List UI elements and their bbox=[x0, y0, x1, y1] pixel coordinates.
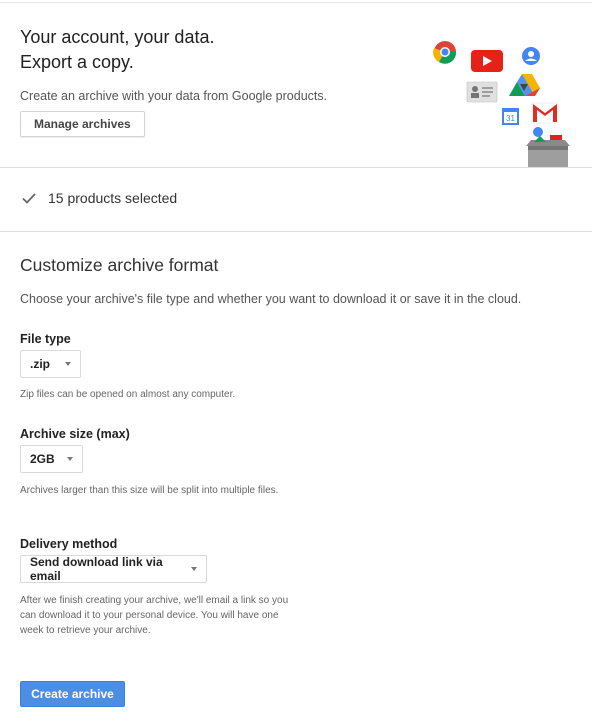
hero-description: Create an archive with your data from Go… bbox=[20, 89, 328, 103]
check-icon bbox=[22, 193, 36, 204]
contacts-icon bbox=[466, 81, 498, 103]
calendar-day: 31 bbox=[506, 114, 515, 123]
archive-size-label: Archive size (max) bbox=[20, 427, 130, 441]
drive-icon bbox=[509, 74, 540, 96]
file-type-value: .zip bbox=[30, 357, 50, 371]
chevron-down-icon bbox=[179, 567, 197, 571]
google-plus-icon bbox=[522, 47, 540, 65]
file-type-select[interactable]: .zip bbox=[20, 350, 81, 378]
divider bbox=[0, 167, 592, 168]
products-illustration: 31 bbox=[433, 41, 570, 168]
chrome-icon bbox=[433, 41, 457, 64]
chevron-down-icon bbox=[55, 457, 73, 461]
title-line-2: Export a copy. bbox=[20, 52, 134, 72]
archive-box-icon bbox=[526, 127, 570, 168]
calendar-icon: 31 bbox=[502, 108, 519, 125]
divider bbox=[0, 231, 592, 232]
chevron-down-icon bbox=[53, 362, 71, 366]
customize-title: Customize archive format bbox=[20, 255, 219, 275]
delivery-method-value: Send download link via email bbox=[30, 555, 163, 583]
delivery-method-select[interactable]: Send download link via email bbox=[20, 555, 207, 583]
customize-description: Choose your archive's file type and whet… bbox=[20, 292, 522, 306]
products-selected-text: 15 products selected bbox=[48, 190, 178, 206]
hero-section: Your account, your data. Export a copy. … bbox=[0, 0, 592, 168]
page-title: Your account, your data. Export a copy. bbox=[20, 25, 214, 75]
manage-archives-button[interactable]: Manage archives bbox=[20, 111, 145, 137]
delivery-method-label: Delivery method bbox=[20, 537, 118, 551]
archive-size-select[interactable]: 2GB bbox=[20, 445, 83, 473]
file-type-helper: Zip files can be opened on almost any co… bbox=[20, 389, 236, 400]
file-type-label: File type bbox=[20, 332, 71, 346]
create-archive-button[interactable]: Create archive bbox=[20, 681, 125, 707]
archive-size-value: 2GB bbox=[30, 452, 55, 466]
delivery-method-helper: After we finish creating your archive, w… bbox=[20, 595, 289, 636]
gmail-icon bbox=[531, 102, 559, 124]
title-line-1: Your account, your data. bbox=[20, 27, 215, 47]
youtube-icon bbox=[471, 50, 503, 72]
archive-size-helper: Archives larger than this size will be s… bbox=[20, 485, 279, 496]
products-selected-row[interactable]: 15 products selected bbox=[20, 188, 177, 208]
